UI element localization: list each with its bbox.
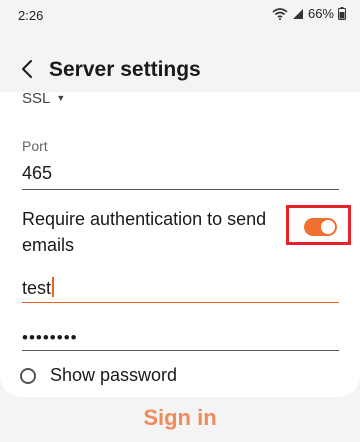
security-type-value: SSL <box>22 92 51 107</box>
text-cursor <box>52 277 55 297</box>
show-password-label: Show password <box>50 365 178 385</box>
settings-card: SSL ▼ Port 465 Require authentication to … <box>0 92 360 397</box>
status-bar: 2:26 66% <box>0 0 360 30</box>
toggle-knob <box>321 220 335 234</box>
port-label: Port <box>22 138 48 154</box>
battery-percent: 66% <box>307 6 334 21</box>
security-type-dropdown[interactable]: SSL ▼ <box>22 92 65 107</box>
port-input[interactable]: 465 <box>22 163 52 184</box>
app-header: Server settings <box>0 48 360 92</box>
require-auth-label: Require authentication to send emails <box>22 209 267 255</box>
show-password-radio[interactable] <box>20 367 36 384</box>
battery-icon <box>338 7 346 20</box>
password-underline <box>22 350 339 351</box>
page-title: Server settings <box>49 58 201 81</box>
dropdown-caret-icon: ▼ <box>56 93 66 103</box>
port-underline <box>22 189 339 190</box>
require-auth-toggle[interactable] <box>304 218 337 236</box>
signal-icon <box>292 8 303 19</box>
sign-in-button[interactable]: Sign in <box>0 405 360 431</box>
username-value: test <box>22 278 52 298</box>
show-password-option[interactable]: Show password <box>20 365 177 386</box>
username-underline <box>22 302 339 303</box>
wifi-icon <box>272 7 288 20</box>
username-input[interactable]: test <box>22 277 55 299</box>
password-input[interactable]: •••••••• <box>22 328 78 348</box>
chevron-left-icon[interactable] <box>16 57 40 81</box>
status-icons: 66% <box>272 6 346 21</box>
status-time: 2:26 <box>18 8 44 23</box>
